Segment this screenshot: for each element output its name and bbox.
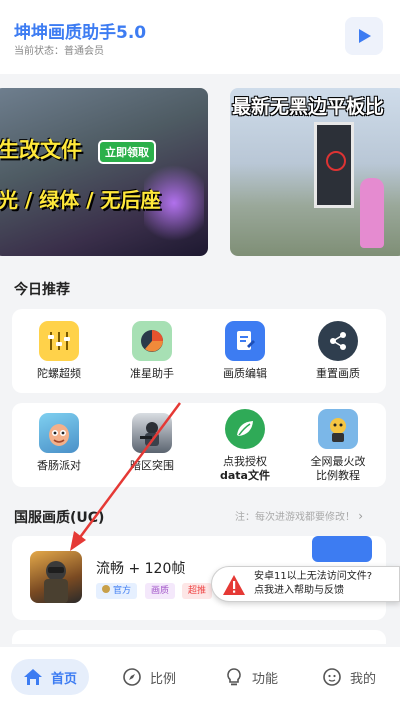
section-title-region: 国服画质(UC)	[14, 510, 105, 526]
banner-headline: 生改文件	[0, 138, 82, 162]
grid-label: 香肠派对	[37, 459, 81, 472]
gyro-sliders-icon	[39, 321, 79, 361]
grid-label: 陀螺超频	[37, 367, 81, 380]
compass-icon	[123, 668, 141, 686]
tab-home[interactable]: 首页	[11, 659, 89, 695]
arena-breakout-game-icon	[132, 413, 172, 453]
banner-carousel[interactable]: 生改文件 立即领取 光 / 绿体 / 无后座 最新无黑边平板比	[0, 86, 400, 258]
tag-official: 官方	[96, 583, 138, 599]
tag-super-recommend: 超推	[182, 583, 213, 599]
grid-item-reset[interactable]: 重置画质	[298, 321, 378, 381]
lightbulb-icon	[227, 668, 241, 686]
grid-label: 重置画质	[316, 367, 360, 380]
grid-item-gyro[interactable]: 陀螺超频	[19, 321, 99, 381]
grid-item-tutorial[interactable]: 全网最火改 比例教程	[298, 409, 378, 483]
grid-item-edit[interactable]: 画质编辑	[205, 321, 285, 381]
section-title-today: 今日推荐	[14, 282, 70, 298]
banner-subline: 光 / 绿体 / 无后座	[0, 188, 161, 212]
banner-slide[interactable]: 生改文件 立即领取 光 / 绿体 / 无后座	[0, 88, 208, 256]
next-game-card	[12, 630, 386, 644]
app-title: 坤坤画质助手5.0	[14, 23, 147, 43]
tutorial-character-icon	[318, 409, 358, 449]
grid-item-authorize[interactable]: 点我授权 data文件	[205, 409, 285, 483]
grid-label: 点我授权 data文件	[220, 455, 270, 482]
play-icon	[359, 29, 371, 43]
game-avatar-icon	[30, 551, 82, 603]
help-toast[interactable]: 安卓11以上无法访问文件? 点我进入帮助与反馈	[211, 566, 400, 602]
leaf-authorize-icon	[225, 409, 265, 449]
character-image	[360, 178, 384, 248]
grid-label: 准星助手	[130, 367, 174, 380]
recommend-card-row1: 陀螺超频 准星助手 画质编辑 重置画质	[12, 309, 386, 393]
sausage-party-game-icon	[39, 413, 79, 453]
warning-icon	[223, 575, 245, 595]
app-header: 坤坤画质助手5.0 当前状态：普通会员	[0, 0, 400, 74]
play-button[interactable]	[345, 17, 383, 55]
region-note[interactable]: 注：每次进游戏都要修改！ ›	[235, 508, 363, 523]
grid-label: 全网最火改 比例教程	[310, 455, 366, 482]
chevron-right-icon: ›	[358, 509, 363, 523]
toast-message: 安卓11以上无法访问文件? 点我进入帮助与反馈	[254, 571, 373, 596]
tag-quality: 画质	[145, 583, 176, 599]
crosshair-pie-icon	[132, 321, 172, 361]
grid-item-crosshair[interactable]: 准星助手	[112, 321, 192, 381]
edit-document-icon	[225, 321, 265, 361]
tab-ratio[interactable]: 比例	[122, 659, 176, 695]
grid-label: 画质编辑	[223, 367, 267, 380]
grid-item-sausage-party[interactable]: 香肠派对	[19, 413, 99, 473]
banner-headline: 最新无黑边平板比	[232, 96, 385, 118]
banner-claim-badge: 立即领取	[98, 140, 156, 164]
grid-label: 暗区突围	[130, 459, 174, 472]
shooting-target-image	[314, 122, 354, 208]
game-config-name: 流畅 + 120帧	[96, 561, 186, 577]
profile-face-icon	[323, 668, 341, 686]
recommend-card-row2: 香肠派对 暗区突围 点我授权 data文件 全网最火改 比例教程	[12, 403, 386, 487]
apply-button[interactable]	[312, 536, 372, 562]
bottom-tab-bar: 首页 比例 功能 我的	[0, 647, 400, 711]
official-avatar-icon	[102, 585, 110, 593]
tab-mine[interactable]: 我的	[322, 659, 376, 695]
banner-slide[interactable]: 最新无黑边平板比	[230, 88, 400, 256]
tab-function[interactable]: 功能	[224, 659, 278, 695]
grid-item-arena-breakout[interactable]: 暗区突围	[112, 413, 192, 473]
membership-status: 当前状态：普通会员	[14, 46, 104, 57]
share-reset-icon	[318, 321, 358, 361]
home-icon	[24, 669, 42, 685]
